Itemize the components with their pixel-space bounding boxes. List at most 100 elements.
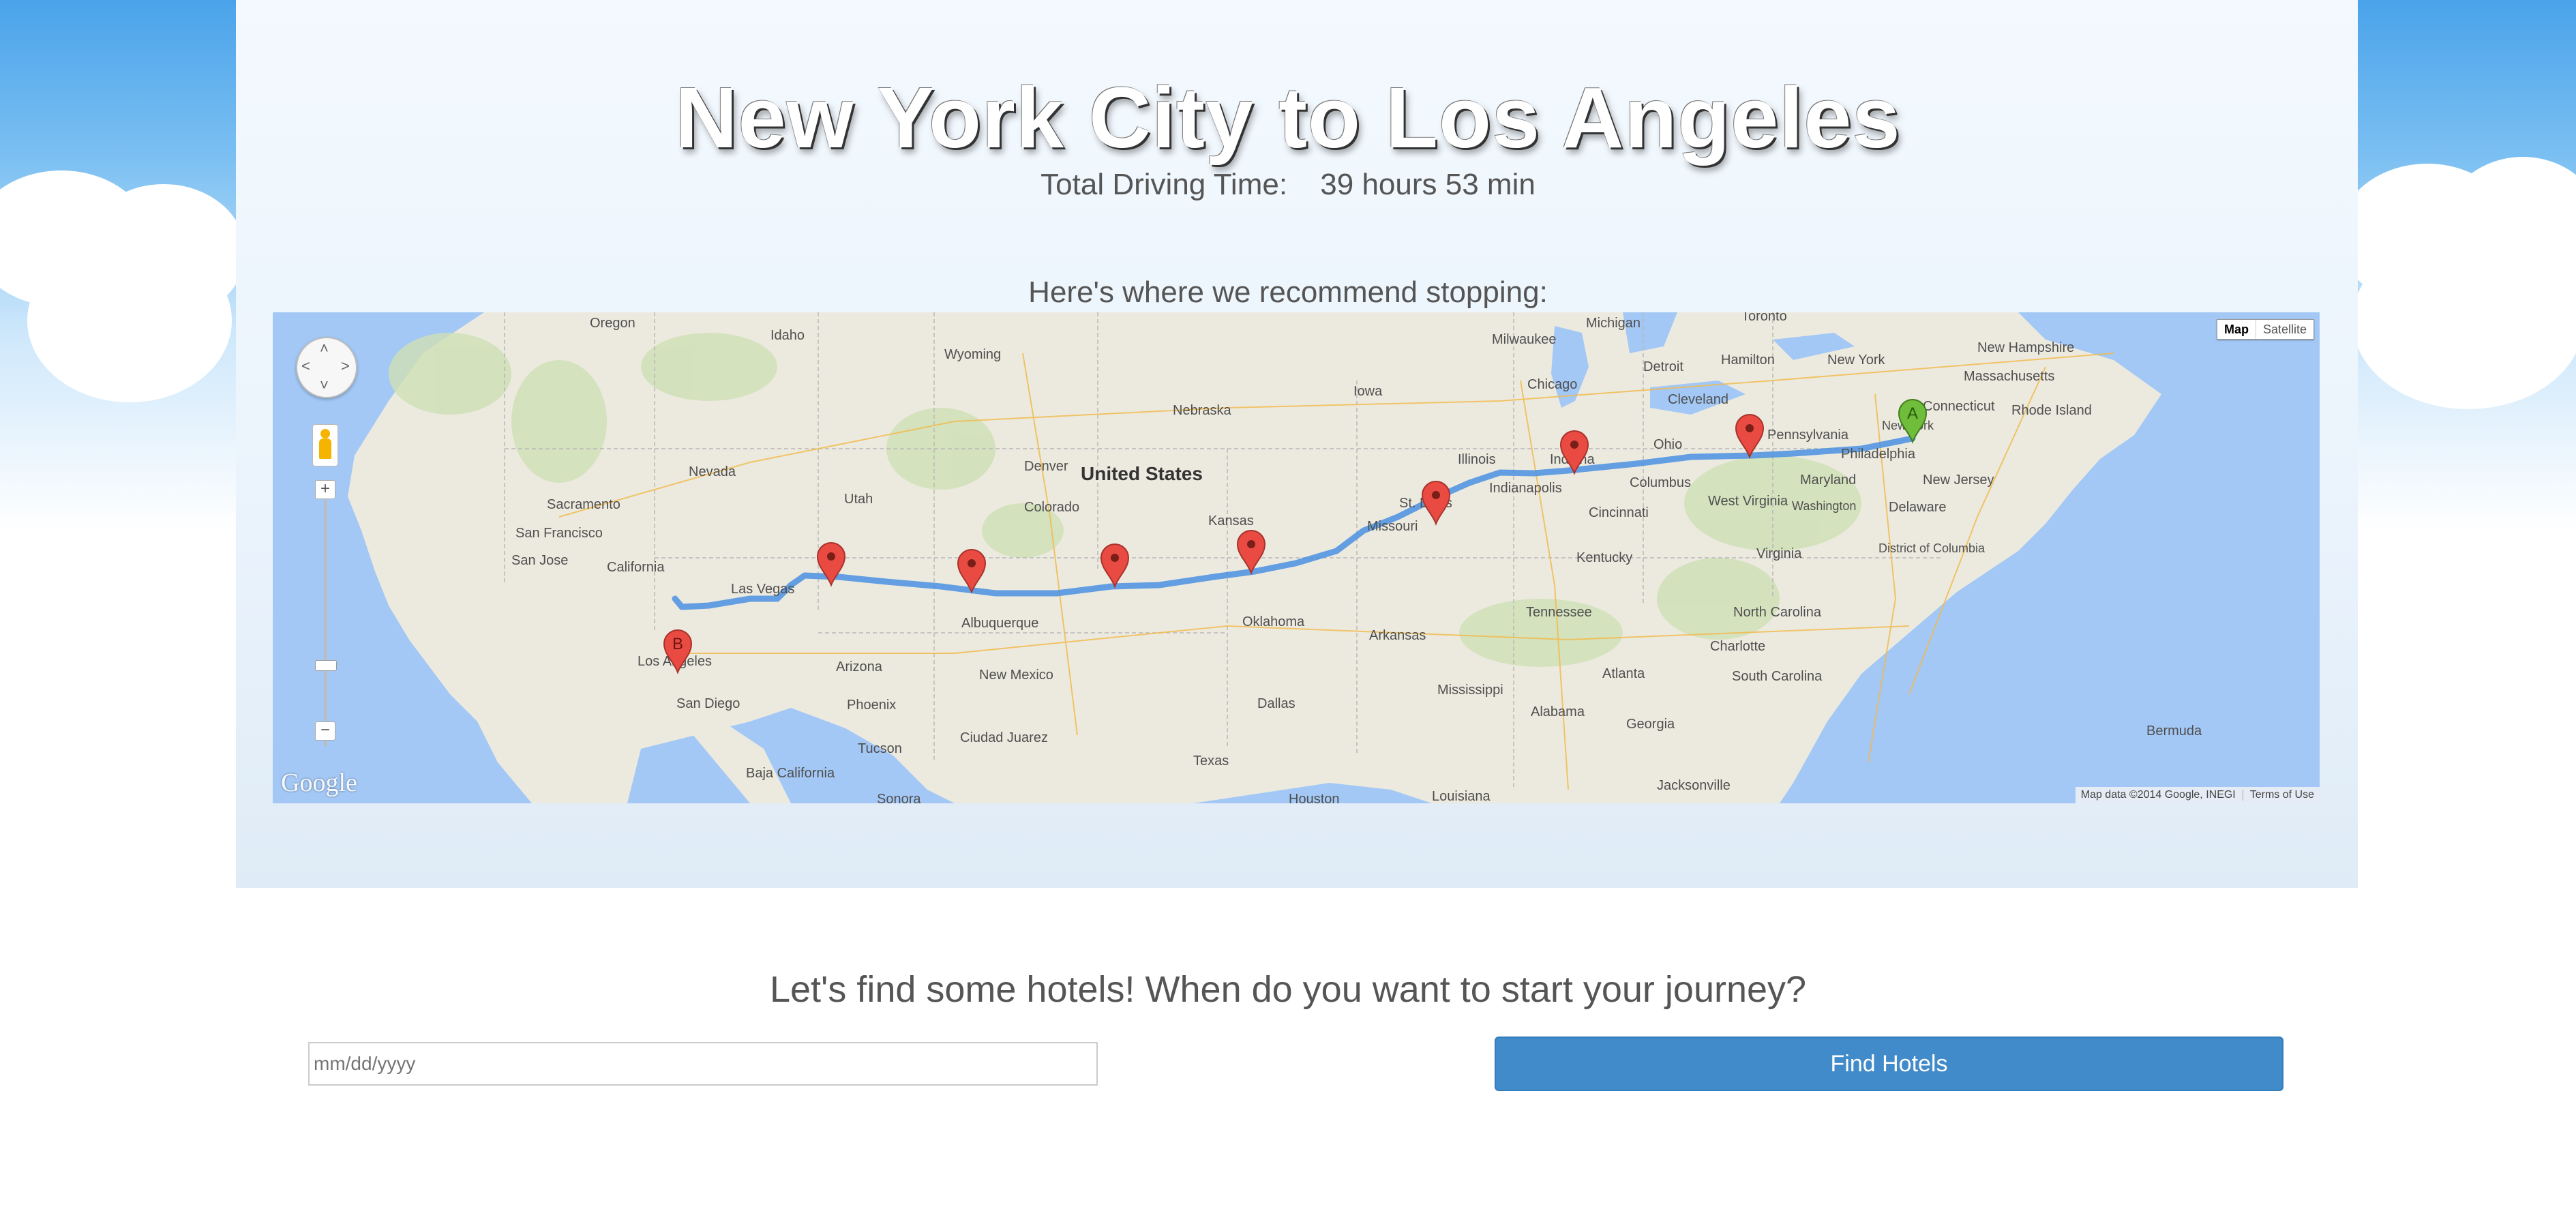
map-type-map-button[interactable]: Map [2217,320,2256,339]
map-label-rhode-island: Rhode Island [2011,403,2092,418]
map-label-sonora: Sonora [877,792,921,803]
map-label-houston: Houston [1289,792,1340,803]
map-label-mississippi: Mississippi [1437,683,1503,698]
map-label-kentucky: Kentucky [1576,550,1632,565]
map-label-jacksonville: Jacksonville [1657,778,1731,793]
map-label-baja: Baja California [746,766,835,781]
map-label-albuquerque: Albuquerque [961,616,1038,631]
driving-time-label: Total Driving Time: [1040,168,1288,201]
pan-right-icon[interactable]: > [341,359,350,374]
map-label-columbus: Columbus [1630,475,1691,490]
map-label-district-of-columbia: District of Columbia [1878,541,1986,555]
map-label-arizona: Arizona [836,659,883,674]
map-label-ohio: Ohio [1653,437,1682,452]
pan-down-icon[interactable]: ˅ [320,378,329,393]
map-label-north-carolina: North Carolina [1733,605,1822,620]
map-label-new-york-state: New York [1827,353,1885,368]
map-label-michigan: Michigan [1586,316,1641,331]
map-label-iowa: Iowa [1353,384,1383,399]
map-label-alabama: Alabama [1531,704,1585,719]
page-title: New York City to Los Angeles [675,70,1901,166]
map-label-washington: Washington [1792,499,1856,513]
map-label-milwaukee: Milwaukee [1492,332,1556,347]
map-label-philadelphia: Philadelphia [1841,447,1916,462]
map-label-missouri: Missouri [1367,519,1418,534]
map-label-pennsylvania: Pennsylvania [1767,428,1849,443]
zoom-slider-track[interactable] [324,487,327,746]
map-canvas[interactable]: Oregon Idaho Wyoming Nebraska Iowa Nevad… [273,312,2320,803]
terms-of-use-link[interactable]: Terms of Use [2250,789,2314,801]
find-hotels-button[interactable]: Find Hotels [1495,1037,2283,1091]
map-label-cleveland: Cleveland [1668,392,1728,407]
map-label-virginia: Virginia [1756,546,1802,561]
map-label-new-jersey: New Jersey [1923,473,1994,488]
recommend-heading: Here's where we recommend stopping: [1028,275,1548,309]
hotels-prompt: Let's find some hotels! When do you want… [769,969,1807,1010]
map-label-phoenix: Phoenix [847,698,896,713]
map-label-dallas: Dallas [1257,696,1296,711]
map-label-connecticut: Connecticut [1923,399,1995,414]
map-label-indianapolis: Indianapolis [1489,481,1562,496]
map-label-kansas: Kansas [1208,513,1254,528]
map-label-oregon: Oregon [590,316,635,331]
map-label-san-jose: San Jose [511,553,568,568]
map-label-detroit: Detroit [1643,359,1683,374]
map-label-wyoming: Wyoming [944,347,1001,362]
map-label-california: California [607,560,665,575]
map-label-charlotte: Charlotte [1710,639,1765,654]
map-label-cincinnati: Cincinnati [1589,505,1649,520]
cloud-right-3 [2352,232,2576,409]
start-marker-label: A [1907,404,1918,423]
map-label-texas: Texas [1193,754,1229,769]
map-label-bermuda: Bermuda [2146,724,2202,739]
map-label-ciudad-juarez: Ciudad Juarez [960,730,1048,745]
driving-time: Total Driving Time: 39 hours 53 min [0,168,2576,202]
map-label-massachusetts: Massachusetts [1964,369,2054,384]
map-attribution: Map data ©2014 Google, INEGI [2080,789,2236,801]
google-logo[interactable]: Google [281,768,357,798]
map-label-maryland: Maryland [1800,473,1856,488]
zoom-in-button[interactable]: + [315,480,335,499]
map-label-south-carolina: South Carolina [1732,669,1823,684]
zoom-out-button[interactable]: − [315,721,335,741]
map-label-united-states: United States [1081,463,1203,484]
street-view-pegman-icon[interactable] [312,424,338,466]
map-label-denver: Denver [1024,459,1068,474]
map-attribution-bar: Map data ©2014 Google, INEGI Terms of Us… [2075,787,2320,803]
map-label-san-francisco: San Francisco [515,526,603,541]
map-label-new-hampshire: New Hampshire [1977,340,2074,355]
map-label-hamilton: Hamilton [1721,353,1775,368]
pan-control[interactable]: ˄ ˅ < > [296,337,357,398]
map-label-colorado: Colorado [1024,500,1079,515]
cloud-left-3 [27,239,232,402]
map-label-louisiana: Louisiana [1432,789,1491,803]
map-label-las-vegas: Las Vegas [731,582,794,597]
map-type-control[interactable]: Map Satellite [2216,319,2314,340]
map-label-new-mexico: New Mexico [979,668,1053,683]
map-type-satellite-button[interactable]: Satellite [2256,320,2313,339]
map-label-tucson: Tucson [858,741,902,756]
zoom-slider-thumb[interactable] [315,660,337,671]
map-label-toronto: Toronto [1741,312,1787,324]
end-marker-label: B [672,635,683,653]
driving-time-value: 39 hours 53 min [1320,168,1536,201]
map-label-georgia: Georgia [1626,717,1675,732]
map-label-utah: Utah [844,492,873,507]
map-label-delaware: Delaware [1889,500,1946,515]
map-label-atlanta: Atlanta [1602,666,1645,681]
map-label-idaho: Idaho [770,328,805,343]
map-label-sacramento: Sacramento [547,497,620,512]
pan-up-icon[interactable]: ˄ [320,341,329,356]
map-label-nebraska: Nebraska [1173,403,1231,418]
route-map[interactable]: Oregon Idaho Wyoming Nebraska Iowa Nevad… [273,312,2320,803]
start-date-input[interactable] [308,1042,1098,1086]
pan-left-icon[interactable]: < [301,359,310,374]
map-label-illinois: Illinois [1458,452,1496,467]
map-label-oklahoma: Oklahoma [1242,614,1305,629]
map-label-west-virginia: West Virginia [1708,494,1788,509]
map-label-san-diego: San Diego [676,696,740,711]
map-label-arkansas: Arkansas [1369,628,1426,643]
map-label-tennessee: Tennessee [1526,605,1592,620]
map-label-chicago: Chicago [1527,377,1577,392]
map-label-nevada: Nevada [689,464,736,479]
